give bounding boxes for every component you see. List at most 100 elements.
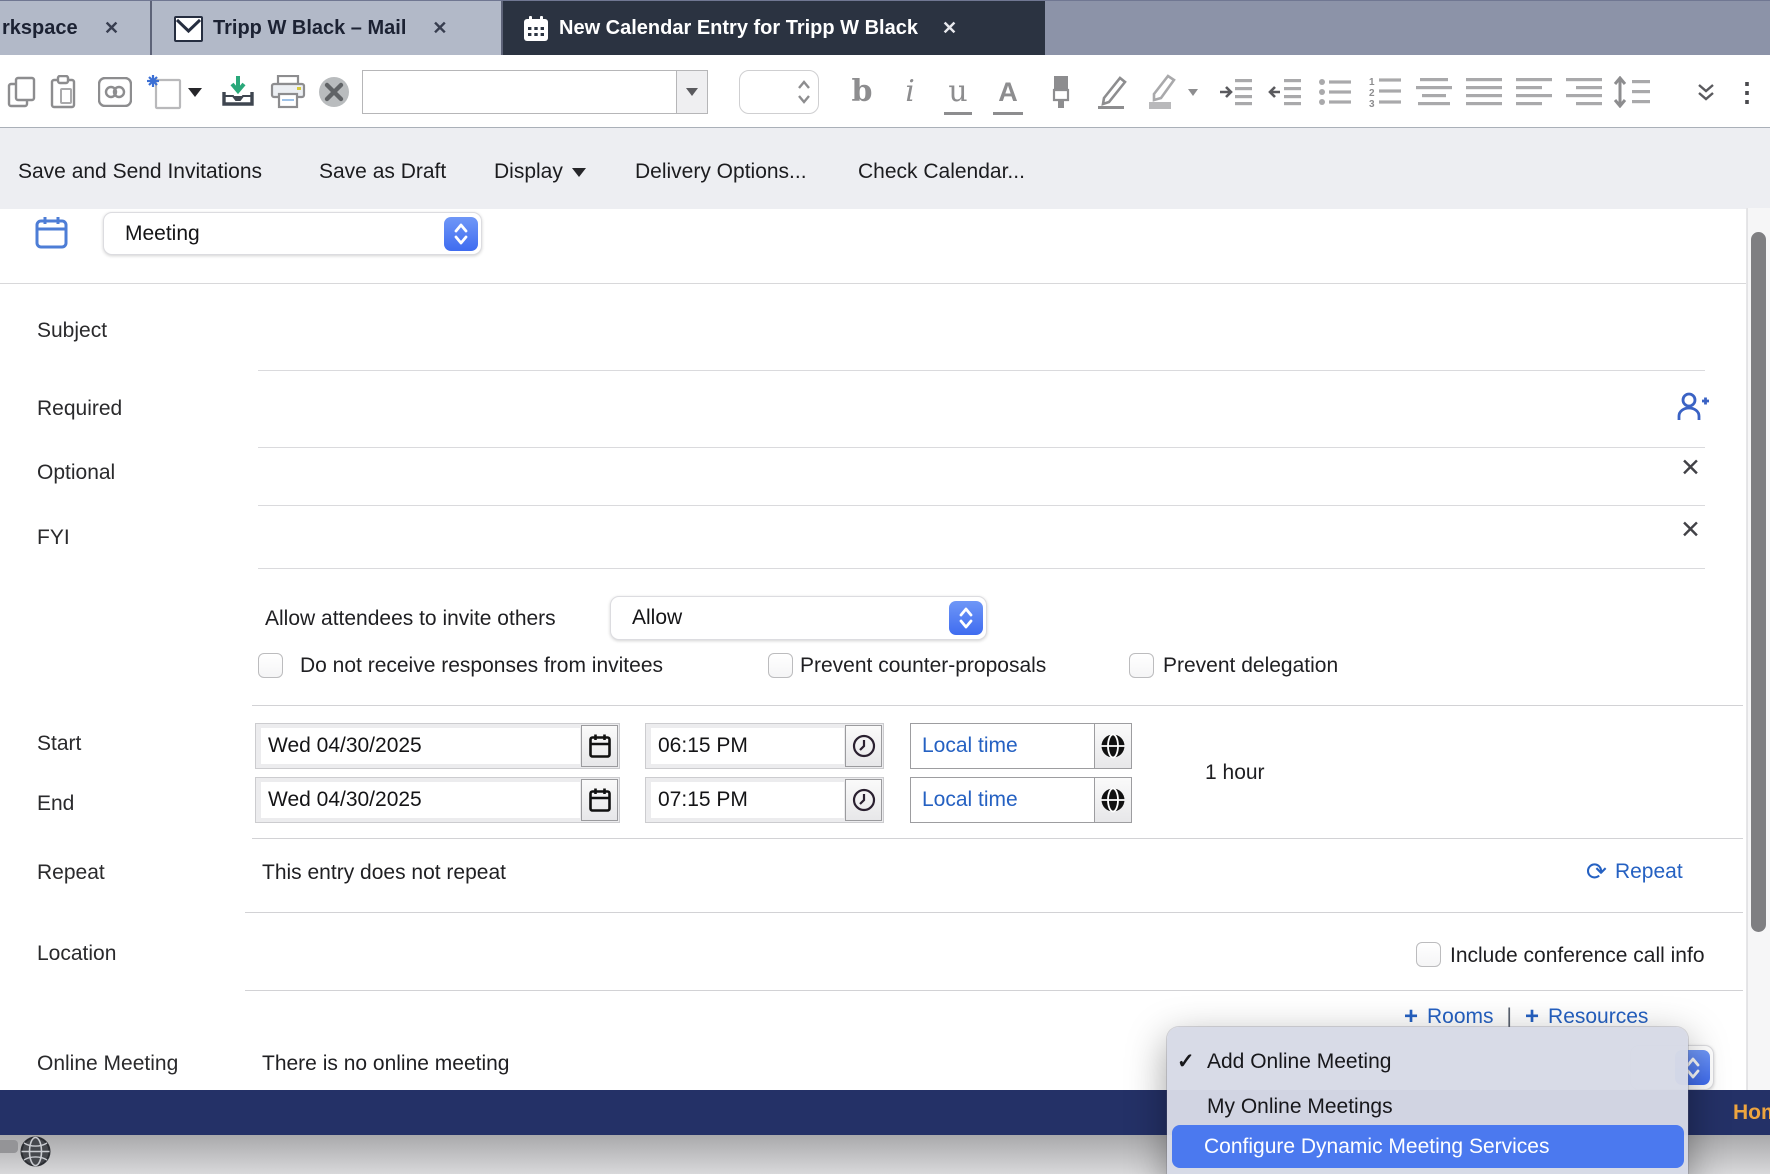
entry-type-select[interactable]: Meeting <box>103 212 482 255</box>
prevent-delegation-label: Prevent delegation <box>1163 652 1338 679</box>
chevron-down-icon <box>572 168 586 177</box>
end-date-value[interactable]: Wed 04/30/2025 <box>261 782 580 818</box>
check-calendar-button[interactable]: Check Calendar... <box>858 158 1025 186</box>
menu-item-add-online-meeting[interactable]: Add Online Meeting <box>1207 1048 1391 1076</box>
paste-icon[interactable] <box>45 72 81 112</box>
clear-optional-icon[interactable]: ✕ <box>1680 456 1701 481</box>
end-time-picker-icon[interactable] <box>845 779 882 821</box>
tab-calendar-active[interactable]: New Calendar Entry for Tripp W Black ✕ <box>503 1 1045 56</box>
new-document-dropdown-icon[interactable] <box>186 72 204 112</box>
underline-icon[interactable]: u <box>944 72 972 115</box>
start-timezone-field[interactable]: Local time <box>910 723 1132 769</box>
highlighter-dropdown-icon[interactable] <box>1185 72 1201 112</box>
bold-icon[interactable]: b <box>847 72 877 112</box>
repeat-link-label: Repeat <box>1615 858 1683 886</box>
align-right-icon[interactable] <box>1564 72 1604 112</box>
svg-text:3: 3 <box>1369 99 1375 108</box>
start-date-picker-icon[interactable] <box>581 725 618 767</box>
scrollbar-thumb[interactable] <box>1751 232 1766 932</box>
toolbar-overflow-icon[interactable]: ⋮ <box>1738 72 1756 112</box>
entry-calendar-icon <box>35 216 68 255</box>
start-timezone-globe-icon[interactable] <box>1094 724 1131 768</box>
start-timezone-value[interactable]: Local time <box>911 724 1094 768</box>
font-name-combobox[interactable] <box>362 70 708 114</box>
display-menu-button[interactable]: Display <box>494 158 586 186</box>
line-spacing-icon[interactable] <box>1610 72 1654 112</box>
prevent-delegation-checkbox[interactable] <box>1129 653 1154 678</box>
home-link[interactable]: Home <box>1733 1101 1770 1125</box>
select-chevrons-icon <box>444 217 478 251</box>
numbered-list-icon[interactable]: 123 <box>1366 72 1404 112</box>
optional-field[interactable] <box>258 505 1705 506</box>
align-center-icon[interactable] <box>1414 72 1454 112</box>
include-conference-label: Include conference call info <box>1450 942 1705 969</box>
save-and-send-button[interactable]: Save and Send Invitations <box>18 158 262 186</box>
tab-mail[interactable]: Tripp W Black – Mail ✕ <box>152 1 522 56</box>
no-responses-checkbox[interactable] <box>258 653 283 678</box>
indent-icon[interactable] <box>1217 72 1255 112</box>
fyi-field[interactable] <box>258 568 1705 569</box>
end-timezone-field[interactable]: Local time <box>910 777 1132 823</box>
start-time-field[interactable]: 06:15 PM <box>645 723 884 769</box>
tab-workspace-close-icon[interactable]: ✕ <box>104 18 119 39</box>
save-as-draft-button[interactable]: Save as Draft <box>319 158 446 186</box>
prevent-counter-proposals-checkbox[interactable] <box>768 653 793 678</box>
tab-mail-close-icon[interactable]: ✕ <box>432 18 447 39</box>
end-date-picker-icon[interactable] <box>581 779 618 821</box>
start-date-value[interactable]: Wed 04/30/2025 <box>261 728 580 764</box>
italic-icon[interactable]: i <box>897 72 923 112</box>
repeat-link[interactable]: ⟳ Repeat <box>1586 858 1683 886</box>
start-label: Start <box>37 730 81 757</box>
text-color-icon[interactable]: A <box>993 72 1023 115</box>
include-conference-checkbox[interactable] <box>1416 942 1441 967</box>
start-date-field[interactable]: Wed 04/30/2025 <box>255 723 620 769</box>
allow-attendees-value: Allow <box>611 606 949 630</box>
allow-attendees-select[interactable]: Allow <box>610 596 987 640</box>
justify-icon[interactable] <box>1464 72 1504 112</box>
new-document-icon[interactable] <box>145 72 185 112</box>
tab-calendar-close-icon[interactable]: ✕ <box>942 18 957 39</box>
end-time-value[interactable]: 07:15 PM <box>651 782 844 818</box>
subject-label: Subject <box>37 317 107 344</box>
end-timezone-value[interactable]: Local time <box>911 778 1094 822</box>
toolbar-collapse-icon[interactable] <box>1693 72 1719 112</box>
subject-field[interactable] <box>258 370 1705 371</box>
bullet-list-icon[interactable] <box>1316 72 1354 112</box>
save-import-icon[interactable] <box>218 72 258 112</box>
font-size-input[interactable] <box>740 81 797 103</box>
repeat-label: Repeat <box>37 859 105 886</box>
add-person-icon[interactable] <box>1677 392 1709 427</box>
outdent-icon[interactable] <box>1266 72 1304 112</box>
tab-workspace[interactable]: rkspace ✕ <box>0 1 152 56</box>
end-time-field[interactable]: 07:15 PM <box>645 777 884 823</box>
svg-text:2: 2 <box>1369 88 1375 99</box>
clear-fyi-icon[interactable]: ✕ <box>1680 518 1701 543</box>
location-label: Location <box>37 940 116 967</box>
font-dropdown-icon[interactable] <box>676 71 707 113</box>
menu-item-my-online-meetings[interactable]: My Online Meetings <box>1207 1093 1393 1121</box>
network-globe-icon[interactable] <box>20 1136 51 1172</box>
format-brush-icon[interactable] <box>1044 72 1078 112</box>
font-size-stepper[interactable] <box>739 70 819 114</box>
start-time-picker-icon[interactable] <box>845 725 882 767</box>
prevent-counter-proposals-label: Prevent counter-proposals <box>800 652 1046 679</box>
divider <box>252 838 1743 839</box>
align-left-icon[interactable] <box>1514 72 1554 112</box>
optional-label: Optional <box>37 459 115 486</box>
print-icon[interactable] <box>268 72 308 112</box>
end-timezone-globe-icon[interactable] <box>1094 778 1131 822</box>
required-field[interactable] <box>258 447 1705 448</box>
start-time-value[interactable]: 06:15 PM <box>651 728 844 764</box>
app-window: rkspace ✕ Tripp W Black – Mail ✕ New Cal… <box>0 0 1770 1174</box>
copy-link-icon[interactable] <box>96 72 134 112</box>
end-date-field[interactable]: Wed 04/30/2025 <box>255 777 620 823</box>
font-name-input[interactable] <box>363 71 676 113</box>
copy-icon[interactable] <box>4 72 40 112</box>
cancel-icon[interactable] <box>315 72 353 112</box>
highlighter-icon[interactable] <box>1143 72 1179 112</box>
online-meeting-label: Online Meeting <box>37 1050 178 1077</box>
duration-text: 1 hour <box>1205 759 1265 786</box>
pencil-icon[interactable] <box>1093 72 1129 112</box>
menu-item-configure-dms[interactable]: Configure Dynamic Meeting Services <box>1172 1125 1684 1168</box>
delivery-options-button[interactable]: Delivery Options... <box>635 158 807 186</box>
